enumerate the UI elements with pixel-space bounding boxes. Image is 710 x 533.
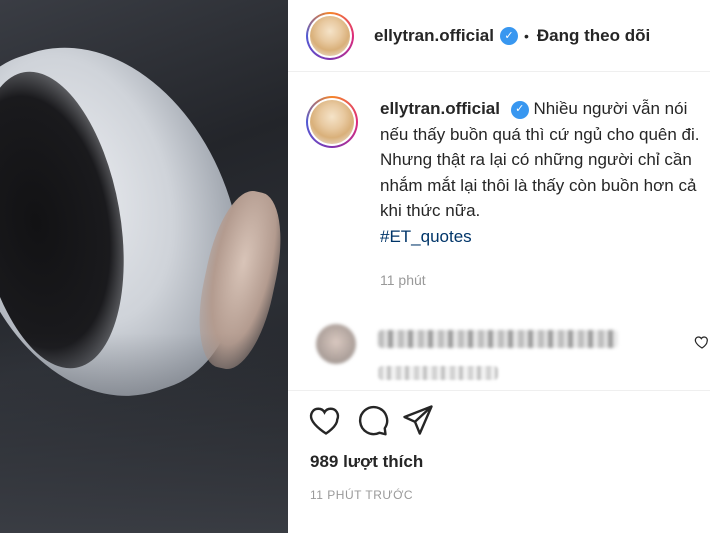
caption-text-block: ellytran.official ✓ Nhiều người vẫn nói …: [380, 96, 702, 249]
comment-icon[interactable]: [354, 402, 390, 438]
verified-badge-icon: ✓: [499, 26, 518, 45]
blurred-comment-meta: [378, 366, 498, 380]
separator: •: [523, 27, 529, 44]
heart-icon[interactable]: [308, 402, 344, 438]
post-header: ellytran.official ✓ • Đang theo dõi: [288, 0, 710, 72]
post-side-panel: ellytran.official ✓ • Đang theo dõi elly…: [288, 0, 710, 533]
verified-badge-icon: ✓: [510, 100, 529, 119]
likes-count[interactable]: 989 lượt thích: [310, 452, 423, 472]
caption: ellytran.official ✓ Nhiều người vẫn nói …: [306, 96, 706, 249]
comment-avatar[interactable]: [316, 324, 356, 364]
caption-time[interactable]: 11 phút: [380, 272, 426, 288]
send-icon[interactable]: [400, 402, 436, 438]
caption-username[interactable]: ellytran.official: [380, 99, 500, 118]
photo-shade: [0, 333, 288, 533]
blurred-comment-text: [378, 330, 618, 348]
header-username[interactable]: ellytran.official: [374, 26, 494, 46]
action-bar: [288, 390, 710, 448]
posted-time[interactable]: 11 PHÚT TRƯỚC: [310, 488, 413, 502]
avatar[interactable]: [306, 11, 354, 60]
post-photo[interactable]: [0, 0, 288, 533]
hashtag-link[interactable]: #ET_quotes: [380, 227, 472, 246]
caption-avatar[interactable]: [306, 96, 358, 148]
comment-row: [316, 318, 710, 390]
following-button[interactable]: Đang theo dõi: [537, 26, 650, 46]
comment-like-icon[interactable]: [694, 334, 710, 350]
